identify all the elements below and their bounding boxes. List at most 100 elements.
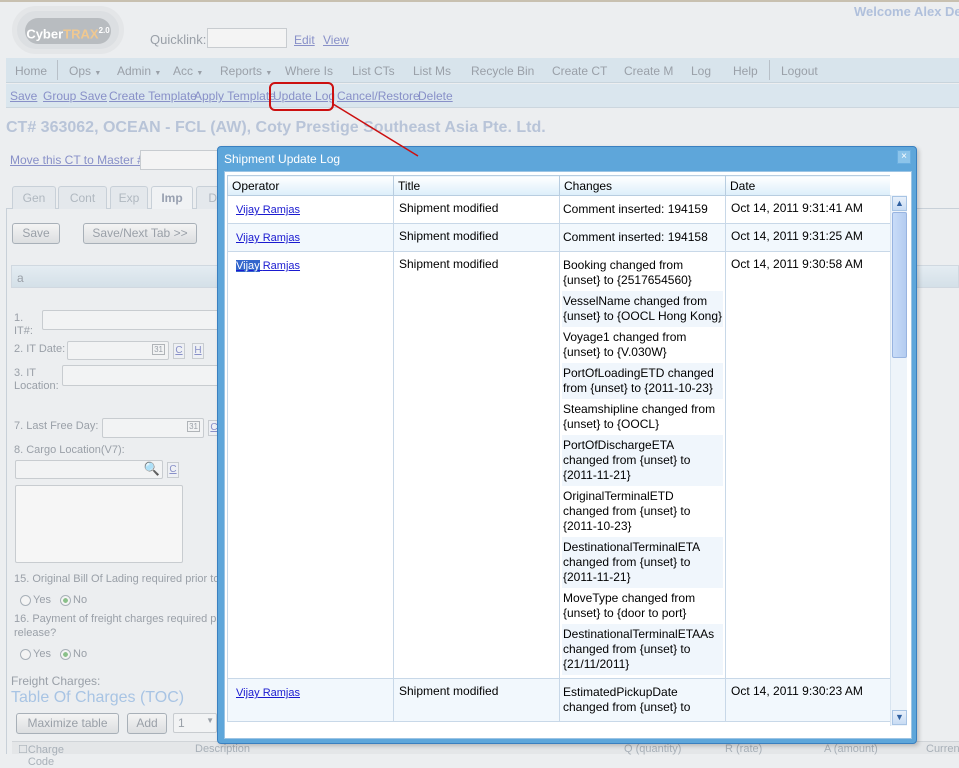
chevron-down-icon: ▼	[94, 70, 102, 77]
quicklink-input[interactable]	[207, 28, 287, 48]
it-location-input[interactable]	[62, 365, 222, 386]
operator-link[interactable]: Vijay Ramjas	[236, 232, 300, 244]
change-entry: VesselName changed from {unset} to {OOCL…	[562, 291, 723, 327]
calendar-icon[interactable]: 31	[152, 344, 165, 355]
apply-template-link[interactable]: Apply Template	[194, 89, 276, 103]
nav-acc[interactable]: Acc ▼	[173, 64, 203, 78]
tab-cont[interactable]: Cont	[58, 186, 107, 209]
master-number-input[interactable]	[140, 150, 220, 170]
cargo-location-input[interactable]: 🔍	[15, 460, 163, 479]
chevron-down-icon: ▼	[265, 70, 273, 77]
scroll-up-icon[interactable]: ▲	[892, 196, 907, 211]
date-cell: Oct 14, 2011 9:30:58 AM	[725, 251, 890, 679]
clear-button[interactable]: C	[167, 462, 179, 478]
select-all-checkbox[interactable]: ☐ Charge Code	[18, 743, 64, 768]
vertical-scrollbar[interactable]: ▲ ▼	[890, 195, 907, 726]
nav-admin[interactable]: Admin ▼	[117, 64, 161, 78]
q16-label: 16. Payment of freight charges required …	[14, 613, 221, 625]
cargo-location-textarea[interactable]	[15, 485, 183, 563]
title-cell: Shipment modified	[393, 223, 560, 252]
quicklink-view-link[interactable]: View	[323, 33, 349, 47]
nav-reports[interactable]: Reports ▼	[220, 64, 272, 78]
scroll-down-icon[interactable]: ▼	[892, 710, 907, 725]
chevron-down-icon: ▼	[154, 70, 162, 77]
title-cell: Shipment modified	[393, 195, 560, 224]
freight-charges-label: Freight Charges:	[11, 674, 101, 688]
page-title: CT# 363062, OCEAN - FCL (AW), Coty Prest…	[6, 119, 546, 136]
nav-divider	[57, 60, 58, 80]
scroll-thumb[interactable]	[892, 212, 907, 358]
operator-link[interactable]: Vijay Ramjas	[236, 260, 300, 272]
calendar-icon[interactable]: 31	[187, 421, 200, 432]
text-selection: Vijay	[236, 260, 260, 272]
save-link[interactable]: Save	[10, 89, 37, 103]
nav-create-m[interactable]: Create M	[624, 64, 673, 78]
q15-no-radio[interactable]: No	[60, 594, 87, 607]
operator-cell: Vijay Ramjas	[227, 223, 394, 252]
change-entry: MoveType changed from {unset} to {door t…	[563, 591, 696, 620]
nav-help[interactable]: Help	[733, 64, 758, 78]
change-entry: Booking changed from {unset} to {2517654…	[563, 258, 692, 287]
nav-logout[interactable]: Logout	[781, 64, 818, 78]
logo-text: CyberTRAX2.0	[25, 18, 111, 44]
quicklink-edit-link[interactable]: Edit	[294, 33, 315, 47]
q15-yes-radio[interactable]: Yes	[20, 594, 51, 607]
clear-button[interactable]: C	[173, 343, 185, 359]
it-date-input[interactable]: 31	[67, 341, 169, 360]
last-free-day-input[interactable]: 31	[102, 418, 204, 438]
add-button[interactable]: Add	[127, 713, 167, 734]
col-changes[interactable]: Changes	[559, 175, 726, 196]
operator-link[interactable]: Vijay Ramjas	[236, 204, 300, 216]
col-title[interactable]: Title	[393, 175, 560, 196]
save-next-tab-button[interactable]: Save/Next Tab >>	[83, 223, 197, 244]
move-to-master-link[interactable]: Move this CT to Master #:	[10, 153, 147, 167]
date-cell: Oct 14, 2011 9:30:23 AM	[725, 678, 890, 722]
nav-where-is[interactable]: Where Is	[285, 64, 333, 78]
q16-label-cont: release?	[14, 627, 57, 639]
change-entry: Comment inserted: 194159	[563, 202, 708, 216]
operator-link[interactable]: Vijay Ramjas	[236, 687, 300, 699]
action-bar: Save Group Save Create Template Apply Te…	[6, 84, 959, 108]
nav-list-ms[interactable]: List Ms	[413, 64, 451, 78]
chevron-down-icon: ▼	[206, 716, 214, 725]
tab-gen[interactable]: Gen	[12, 186, 56, 209]
top-border	[0, 0, 959, 2]
h-button[interactable]: H	[192, 343, 204, 359]
create-template-link[interactable]: Create Template	[109, 89, 197, 103]
it-number-input[interactable]	[42, 310, 222, 330]
nav-home[interactable]: Home	[15, 64, 47, 78]
changes-cell: Comment inserted: 194158	[559, 223, 726, 252]
col-date[interactable]: Date	[725, 175, 890, 196]
change-entry: OriginalTerminalETD changed from {unset}…	[563, 489, 691, 533]
radio-icon	[20, 594, 31, 606]
maximize-table-button[interactable]: Maximize table	[16, 713, 119, 734]
cancel-restore-link[interactable]: Cancel/Restore	[337, 89, 420, 103]
q16-no-radio[interactable]: No	[60, 648, 87, 661]
col-operator[interactable]: Operator	[227, 175, 394, 196]
save-button[interactable]: Save	[12, 223, 60, 244]
radio-selected-icon	[60, 648, 71, 660]
col-quantity: Q (quantity)	[624, 743, 682, 755]
close-icon[interactable]: ×	[897, 150, 911, 164]
tab-imp[interactable]: Imp	[151, 186, 193, 209]
group-save-link[interactable]: Group Save	[43, 89, 107, 103]
annotation-highlight-box	[269, 82, 334, 111]
tab-exp[interactable]: Exp	[110, 186, 148, 209]
changes-cell: EstimatedPickupDate changed from {unset}…	[559, 678, 726, 722]
nav-list-cts[interactable]: List CTs	[352, 64, 395, 78]
search-icon[interactable]: 🔍	[144, 461, 160, 477]
nav-ops[interactable]: Ops ▼	[69, 64, 101, 78]
log-row: Vijay Ramjas Shipment modified Booking c…	[227, 251, 890, 679]
delete-link[interactable]: Delete	[418, 89, 453, 103]
nav-log[interactable]: Log	[691, 64, 711, 78]
nav-recycle-bin[interactable]: Recycle Bin	[471, 64, 534, 78]
change-entry: Voyage1 changed from {unset} to {V.030W}	[563, 330, 687, 359]
main-nav: Home Ops ▼ Admin ▼ Acc ▼ Reports ▼ Where…	[6, 58, 959, 83]
toc-heading: Table Of Charges (TOC)	[11, 689, 185, 706]
q16-yes-radio[interactable]: Yes	[20, 648, 51, 661]
update-log-grid: Operator Title Changes Date Vijay Ramjas…	[227, 175, 890, 726]
q15-label: 15. Original Bill Of Lading required pri…	[14, 573, 220, 585]
add-count-select[interactable]: 1 ▼	[173, 713, 217, 733]
nav-create-ct[interactable]: Create CT	[552, 64, 607, 78]
cybertrax-logo[interactable]: CyberTRAX2.0	[12, 6, 124, 54]
